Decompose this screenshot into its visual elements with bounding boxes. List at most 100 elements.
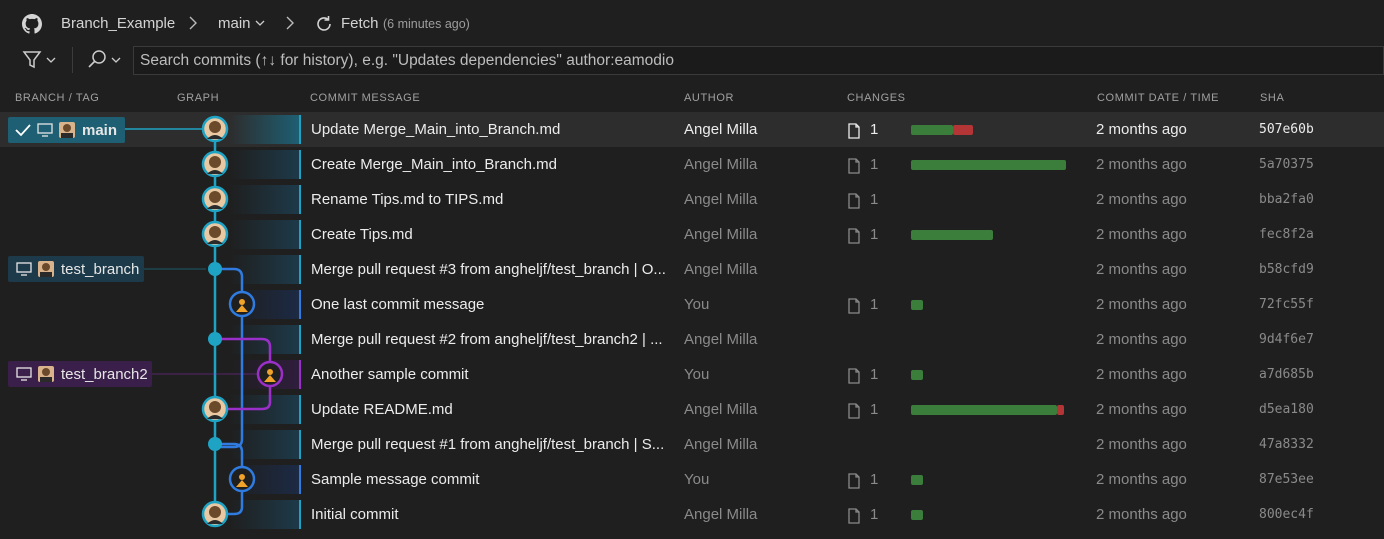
changed-files-count: 1 [870, 226, 879, 243]
commit-message: Create Merge_Main_into_Branch.md [311, 156, 557, 173]
branch-label-test-branch2[interactable]: test_branch2 [8, 361, 152, 387]
branch-label-main[interactable]: main [8, 117, 125, 143]
additions-bar [911, 370, 924, 380]
commit-message: Update Merge_Main_into_Branch.md [311, 121, 561, 138]
commit-avatar-node[interactable] [201, 500, 229, 528]
commit-sha: 47a8332 [1259, 437, 1314, 452]
computer-icon [16, 262, 32, 276]
checkmark-icon [15, 124, 31, 137]
commit-message: Merge pull request #2 from angheljf/test… [311, 331, 663, 348]
commit-author: You [684, 296, 710, 313]
computer-icon [16, 367, 32, 381]
changed-files-count: 1 [870, 121, 879, 138]
avatar [38, 366, 54, 382]
github-icon [22, 14, 42, 34]
file-icon [848, 508, 860, 524]
commit-sha: 507e60b [1259, 122, 1314, 137]
avatar [59, 122, 75, 138]
filter-icon[interactable] [21, 49, 59, 71]
branch-label-text: test_branch [61, 260, 140, 278]
commit-date: 2 months ago [1096, 226, 1187, 243]
commit-date: 2 months ago [1096, 506, 1187, 523]
commit-avatar-node[interactable] [228, 290, 256, 318]
commit-avatar-node[interactable] [201, 220, 229, 248]
toolbar-divider [72, 47, 73, 73]
search-input[interactable] [133, 46, 1384, 75]
commit-message: Create Tips.md [311, 226, 413, 243]
deletions-bar [1056, 405, 1065, 415]
additions-bar [911, 405, 1057, 415]
commit-date: 2 months ago [1096, 121, 1187, 138]
commit-date: 2 months ago [1096, 436, 1187, 453]
column-header-graph[interactable]: GRAPH [177, 92, 219, 104]
commit-date: 2 months ago [1096, 261, 1187, 278]
commit-author: You [684, 471, 710, 488]
merge-node [208, 332, 222, 346]
column-header-sha[interactable]: SHA [1260, 92, 1284, 104]
commit-date: 2 months ago [1096, 296, 1187, 313]
changed-files-count: 1 [870, 191, 879, 208]
fetch-button[interactable]: Fetch [341, 15, 379, 32]
refresh-icon[interactable] [314, 14, 334, 34]
column-header-commit-message[interactable]: COMMIT MESSAGE [310, 92, 420, 104]
chevron-right-icon [189, 16, 197, 30]
commit-date: 2 months ago [1096, 191, 1187, 208]
commit-sha: 9d4f6e7 [1259, 332, 1314, 347]
commit-avatar-node[interactable] [201, 185, 229, 213]
commit-message: Merge pull request #3 from angheljf/test… [311, 261, 666, 278]
commit-sha: bba2fa0 [1259, 192, 1314, 207]
changed-files-count: 1 [870, 366, 879, 383]
column-header-changes[interactable]: CHANGES [847, 92, 906, 104]
file-icon [848, 298, 860, 314]
commit-date: 2 months ago [1096, 366, 1187, 383]
commit-sha: 800ec4f [1259, 507, 1314, 522]
column-header-commit-date[interactable]: COMMIT DATE / TIME [1097, 92, 1219, 104]
file-icon [848, 158, 860, 174]
column-header-author[interactable]: AUTHOR [684, 92, 734, 104]
repo-name[interactable]: Branch_Example [61, 15, 175, 32]
commit-avatar-node[interactable] [201, 150, 229, 178]
commit-sha: a7d685b [1259, 367, 1314, 382]
commit-sha: b58cfd9 [1259, 262, 1314, 277]
additions-bar [911, 160, 1066, 170]
commit-date: 2 months ago [1096, 156, 1187, 173]
commit-avatar-node[interactable] [256, 360, 284, 388]
commit-message: Another sample commit [311, 366, 469, 383]
branch-label-text: test_branch2 [61, 365, 148, 383]
deletions-bar [952, 125, 973, 135]
commit-date: 2 months ago [1096, 401, 1187, 418]
file-icon [848, 473, 860, 489]
merge-node [208, 437, 222, 451]
branch-label-test-branch[interactable]: test_branch [8, 256, 144, 282]
changed-files-count: 1 [870, 156, 879, 173]
additions-bar [911, 475, 924, 485]
additions-bar [911, 510, 924, 520]
search-icon[interactable] [86, 49, 124, 71]
branch-selector[interactable]: main [218, 15, 251, 32]
file-icon [848, 403, 860, 419]
fetch-time: (6 minutes ago) [383, 17, 470, 31]
merge-node [208, 262, 222, 276]
file-icon [848, 123, 860, 139]
commit-sha: 72fc55f [1259, 297, 1314, 312]
commit-author: Angel Milla [684, 401, 758, 418]
additions-bar [911, 300, 924, 310]
file-icon [848, 228, 860, 244]
changed-files-count: 1 [870, 401, 879, 418]
chevron-down-icon[interactable] [255, 18, 265, 28]
branch-label-text: main [82, 121, 118, 139]
commit-avatar-node[interactable] [201, 115, 229, 143]
commit-avatar-node[interactable] [228, 465, 256, 493]
file-icon [848, 368, 860, 384]
commit-message: Sample message commit [311, 471, 480, 488]
commit-date: 2 months ago [1096, 331, 1187, 348]
file-icon [848, 193, 860, 209]
column-header-branch-tag[interactable]: BRANCH / TAG [15, 92, 99, 104]
commit-author: Angel Milla [684, 331, 758, 348]
changed-files-count: 1 [870, 506, 879, 523]
computer-icon [37, 123, 53, 137]
commit-author: Angel Milla [684, 226, 758, 243]
commit-message: Rename Tips.md to TIPS.md [311, 191, 504, 208]
changed-files-count: 1 [870, 471, 879, 488]
commit-avatar-node[interactable] [201, 395, 229, 423]
